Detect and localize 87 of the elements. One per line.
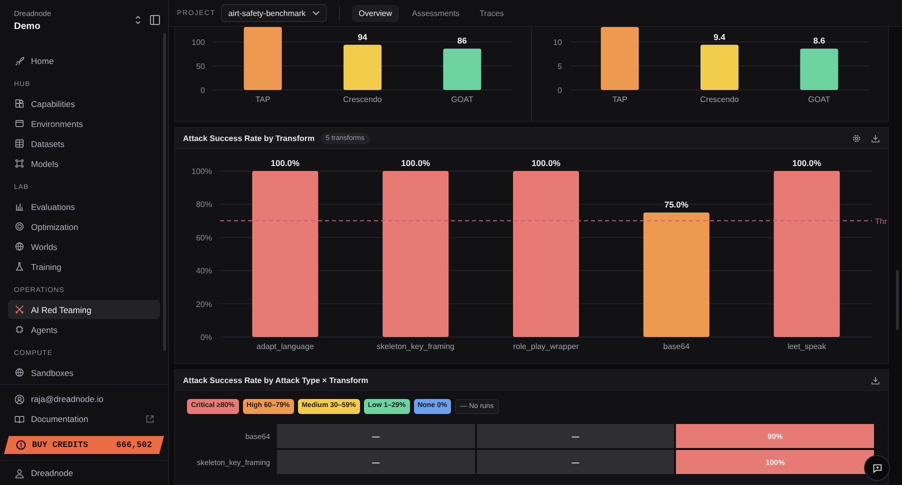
panel-title: Attack Success Rate by Transform <box>183 134 315 142</box>
nav-item[interactable]: Training <box>8 257 160 276</box>
coin-icon <box>16 440 26 450</box>
axis-tick-label: 10 <box>553 38 562 47</box>
bar <box>244 27 282 90</box>
axis-tick-label: 50 <box>196 62 205 71</box>
axis-tick-label: 80% <box>196 200 212 210</box>
chevron-down-icon <box>312 10 320 16</box>
chip-icon <box>14 324 25 335</box>
category-label: leet_speak <box>787 342 826 351</box>
chevrons-updown-icon[interactable] <box>134 15 142 25</box>
tab[interactable]: Overview <box>352 4 399 22</box>
panel-title: Attack Success Rate by Attack Type × Transform <box>183 376 368 384</box>
user-group-icon <box>14 468 25 478</box>
chat-plus-icon <box>872 462 882 474</box>
category-label: skeleton_key_framing <box>376 342 455 351</box>
nav-item[interactable]: Environments <box>8 114 160 133</box>
category-label: TAP <box>612 95 628 104</box>
value-label: 100.0% <box>532 158 560 168</box>
axis-tick-label: 5 <box>558 62 562 71</box>
category-label: GOAT <box>451 95 474 104</box>
rocket-icon <box>14 55 25 66</box>
window-icon <box>14 118 25 129</box>
axis-tick-label: 100% <box>192 167 212 176</box>
nav-item[interactable]: Optimization <box>8 217 160 236</box>
axis-tick-label: 20% <box>196 300 212 309</box>
account-link[interactable]: raja@dreadnode.io <box>8 389 160 409</box>
bar <box>443 48 482 90</box>
nav-item[interactable]: Agents <box>8 320 160 339</box>
nav-item[interactable]: Capabilities <box>8 94 160 113</box>
bar-chart-icon <box>14 201 25 212</box>
value-label: 100.0% <box>792 158 822 168</box>
category-label: TAP <box>255 95 270 104</box>
value-label: 75.0% <box>664 200 688 210</box>
sidebar-toggle-icon[interactable] <box>150 15 160 25</box>
blocks-icon <box>14 98 25 109</box>
value-label: 94 <box>358 32 368 42</box>
value-label: 8.6 <box>813 36 826 46</box>
category-label: Crescendo <box>700 95 739 104</box>
flask-icon <box>14 261 25 272</box>
axis-tick-label: 60% <box>196 233 212 242</box>
axis-tick-label: 40% <box>196 266 212 276</box>
value-label: 100.0% <box>401 158 430 168</box>
globe-icon <box>14 367 25 378</box>
target-icon <box>14 221 25 232</box>
globe-icon <box>14 241 25 252</box>
documentation-link[interactable]: Documentation <box>8 409 160 429</box>
workspace-name: Demo <box>14 20 42 32</box>
bar <box>800 48 838 90</box>
value-label: 86 <box>457 36 467 46</box>
crossed-swords-icon <box>14 304 25 315</box>
settings-icon[interactable] <box>852 134 861 142</box>
nav-item[interactable]: AI Red Teaming <box>8 300 160 319</box>
axis-tick-label: 0 <box>200 86 205 95</box>
category-label: adapt_language <box>256 342 314 351</box>
tab[interactable]: Traces <box>472 4 511 22</box>
download-icon[interactable] <box>871 134 880 142</box>
org-switcher[interactable]: Dreadnode <box>0 460 168 485</box>
external-link-icon <box>146 415 154 423</box>
scrollbar[interactable] <box>896 270 899 330</box>
buy-credits-button[interactable]: BUY CREDITS 666,502 <box>4 436 164 454</box>
category-label: role_play_wrapper <box>513 342 579 351</box>
axis-tick-label: 0% <box>200 333 212 342</box>
book-icon <box>14 414 25 424</box>
axis-tick-label: 0 <box>558 86 562 95</box>
bar <box>600 27 639 90</box>
value-label: 100.0% <box>270 158 300 168</box>
category-label: GOAT <box>808 95 830 104</box>
bar <box>344 44 382 90</box>
nav-item[interactable]: Evaluations <box>8 197 160 216</box>
category-label: base64 <box>663 342 690 351</box>
axis-tick-label: 100 <box>192 38 205 47</box>
nav-item[interactable]: Home <box>8 51 160 70</box>
nav-item[interactable]: Datasets <box>8 134 160 153</box>
value-label: 9.4 <box>714 32 726 42</box>
download-icon[interactable] <box>871 376 880 384</box>
table-icon <box>14 138 25 149</box>
user-icon <box>14 394 25 404</box>
tab[interactable]: Assessments <box>404 4 467 22</box>
nav-item[interactable]: Worlds <box>8 237 160 256</box>
bar <box>700 44 738 90</box>
threshold-label: Thr <box>875 216 887 226</box>
project-dropdown[interactable]: airt-safety-benchmark <box>221 4 327 22</box>
frame-icon <box>14 158 25 169</box>
nav-item[interactable]: Sandboxes <box>8 363 160 382</box>
nav-item[interactable]: Models <box>8 154 160 173</box>
category-label: Crescendo <box>343 95 382 104</box>
